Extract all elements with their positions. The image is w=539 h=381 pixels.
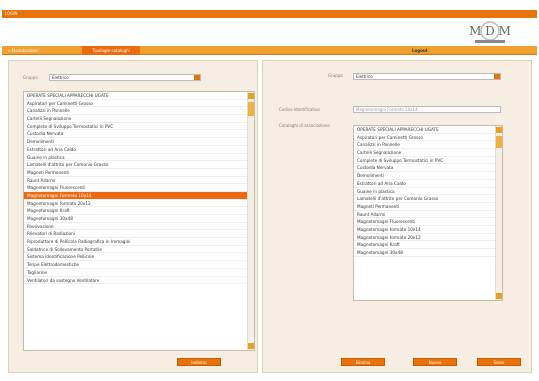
app-title: LOGIN: [5, 11, 18, 16]
title-bar: LOGIN: [2, 10, 537, 18]
logo: M D M: [455, 19, 525, 47]
list-item[interactable]: Complete di Sviluppo Termostatici in PVC: [24, 123, 254, 131]
list-item[interactable]: Saldatrice di Sollevamento Portatile: [24, 246, 254, 254]
list-item[interactable]: Ventilatori da sostegno Ventilatore: [24, 277, 254, 285]
list-item[interactable]: Magnetomagni Formato 10x14: [24, 191, 254, 200]
list-item[interactable]: Rilevatori di Radiazioni: [24, 230, 254, 239]
list-item[interactable]: Magnetomagni Kraft: [354, 241, 502, 249]
list-item[interactable]: Canalizzi in Pannelle: [354, 141, 502, 150]
list-item[interactable]: Lamatelli d'attrito per Comonio Grasso: [354, 195, 502, 203]
list-item[interactable]: Magnetomagni formato 20x12: [354, 234, 502, 242]
scroll-up-icon[interactable]: [248, 93, 254, 99]
list-item[interactable]: Cartelli Segnalazione: [354, 149, 502, 157]
associated-list-rows: OPERATE SPECIALI APPARECCHI UGATE Aspirat…: [354, 126, 502, 257]
list-item[interactable]: Demolimenti: [354, 172, 502, 180]
list-item[interactable]: Aspiratori per Caminetti Grosso: [24, 100, 254, 108]
list-item[interactable]: OPERATE SPECIALI APPARECCHI UGATE: [24, 92, 254, 100]
logout-link[interactable]: Logout: [412, 46, 428, 55]
list-item[interactable]: Magneti Permanenti: [24, 169, 254, 177]
scroll-down-icon[interactable]: [248, 343, 254, 349]
list-item[interactable]: Riproduttore di Pellicola Radiografica i…: [24, 238, 254, 246]
nav-bar: » Manutenzioni Tipologie cataloghi Logou…: [2, 46, 537, 55]
list-item[interactable]: Magnetomagni Fluorescenti: [24, 184, 254, 192]
list-item[interactable]: Passivazione: [24, 223, 254, 231]
associated-list[interactable]: OPERATE SPECIALI APPARECCHI UGATE Aspirat…: [353, 125, 503, 301]
list-item[interactable]: Guaine in plastica: [354, 188, 502, 196]
list-item[interactable]: Custodia Nervata: [354, 164, 502, 173]
scroll-up-icon[interactable]: [496, 127, 502, 133]
scroll-down-icon[interactable]: [496, 293, 502, 299]
list-item[interactable]: Sistema Identificazione Pellicole: [24, 253, 254, 262]
list-item[interactable]: Teripe Elettrodomestiche: [24, 261, 254, 269]
associati-label: Cataloghi di associazione: [279, 123, 330, 128]
list-item[interactable]: OPERATE SPECIALI APPARECCHI UGATE: [354, 126, 502, 134]
gruppo-value: Elettrico: [52, 75, 69, 80]
elimina-button[interactable]: Elimina: [341, 358, 385, 366]
list-item[interactable]: Aspiratori per Caminetti Grosso: [354, 134, 502, 142]
list-item[interactable]: Lamatelli d'attrito per Comonio Grasso: [24, 161, 254, 169]
scroll-thumb[interactable]: [496, 136, 502, 148]
scrollbar-right[interactable]: [495, 126, 502, 300]
list-item[interactable]: Raunt Allarmi: [24, 177, 254, 185]
list-item[interactable]: Estrattori ad Aria Caldo: [354, 180, 502, 188]
scroll-thumb[interactable]: [248, 102, 254, 116]
salva-button[interactable]: Salva: [477, 358, 521, 366]
list-item[interactable]: Guaine in plastica: [24, 154, 254, 162]
list-item[interactable]: Magnetomagni formato 10x14: [354, 226, 502, 234]
catalog-list-rows: OPERATE SPECIALI APPARECCHI UGATE Aspirat…: [24, 92, 254, 285]
list-item[interactable]: Custodia Nervata: [24, 130, 254, 139]
gruppo-select-right[interactable]: Elettrico: [353, 73, 501, 80]
svg-text:M D M: M D M: [469, 24, 511, 38]
codice-label: Codice Identificativo: [279, 107, 320, 112]
nuovo-button[interactable]: Nuovo: [413, 358, 457, 366]
gruppo-label: Gruppo: [23, 75, 38, 80]
nav-manutenzioni[interactable]: » Manutenzioni: [8, 46, 39, 55]
right-panel: Gruppo Elettrico Codice Identificativo M…: [262, 60, 532, 373]
list-item[interactable]: Magnetomagni 30x48: [354, 249, 502, 257]
chevron-down-icon[interactable]: [494, 74, 500, 79]
list-item[interactable]: Magnetomagni Kraft: [24, 207, 254, 215]
codice-input[interactable]: Magnetomagni Formato 10x14: [353, 106, 501, 113]
gruppo-value-right: Elettrico: [356, 74, 373, 79]
scrollbar[interactable]: [247, 92, 254, 350]
chevron-down-icon[interactable]: [194, 75, 200, 80]
gruppo-select[interactable]: Elettrico: [49, 74, 201, 81]
mdm-logo-icon: M D M: [469, 21, 511, 43]
list-item[interactable]: Magnetomagni Fluorescenti: [354, 218, 502, 226]
list-item[interactable]: Complete di Sviluppo Termostatici in PVC: [354, 157, 502, 165]
list-item[interactable]: Raunt Allarmi: [354, 211, 502, 219]
list-item[interactable]: Demolimenti: [24, 138, 254, 146]
catalog-list[interactable]: OPERATE SPECIALI APPARECCHI UGATE Aspirat…: [23, 91, 255, 351]
list-item[interactable]: Cartelli Segnalazione: [24, 115, 254, 123]
list-item[interactable]: Tagliarine: [24, 269, 254, 277]
list-item[interactable]: Magneti Permanenti: [354, 203, 502, 211]
indietro-button[interactable]: Indietro: [177, 358, 221, 366]
list-item[interactable]: Magnetomagni 30x48: [24, 215, 254, 223]
tab-tipologie-cataloghi[interactable]: Tipologie cataloghi: [82, 46, 140, 55]
gruppo-label-right: Gruppo: [328, 73, 343, 78]
left-panel: Gruppo Elettrico OPERATE SPECIALI APPARE…: [8, 60, 258, 373]
list-item[interactable]: Canalizzi in Pannelle: [24, 107, 254, 116]
list-item[interactable]: Magnetomagni formato 20x12: [24, 200, 254, 208]
list-item[interactable]: Estrattori ad Aria Caldo: [24, 146, 254, 154]
